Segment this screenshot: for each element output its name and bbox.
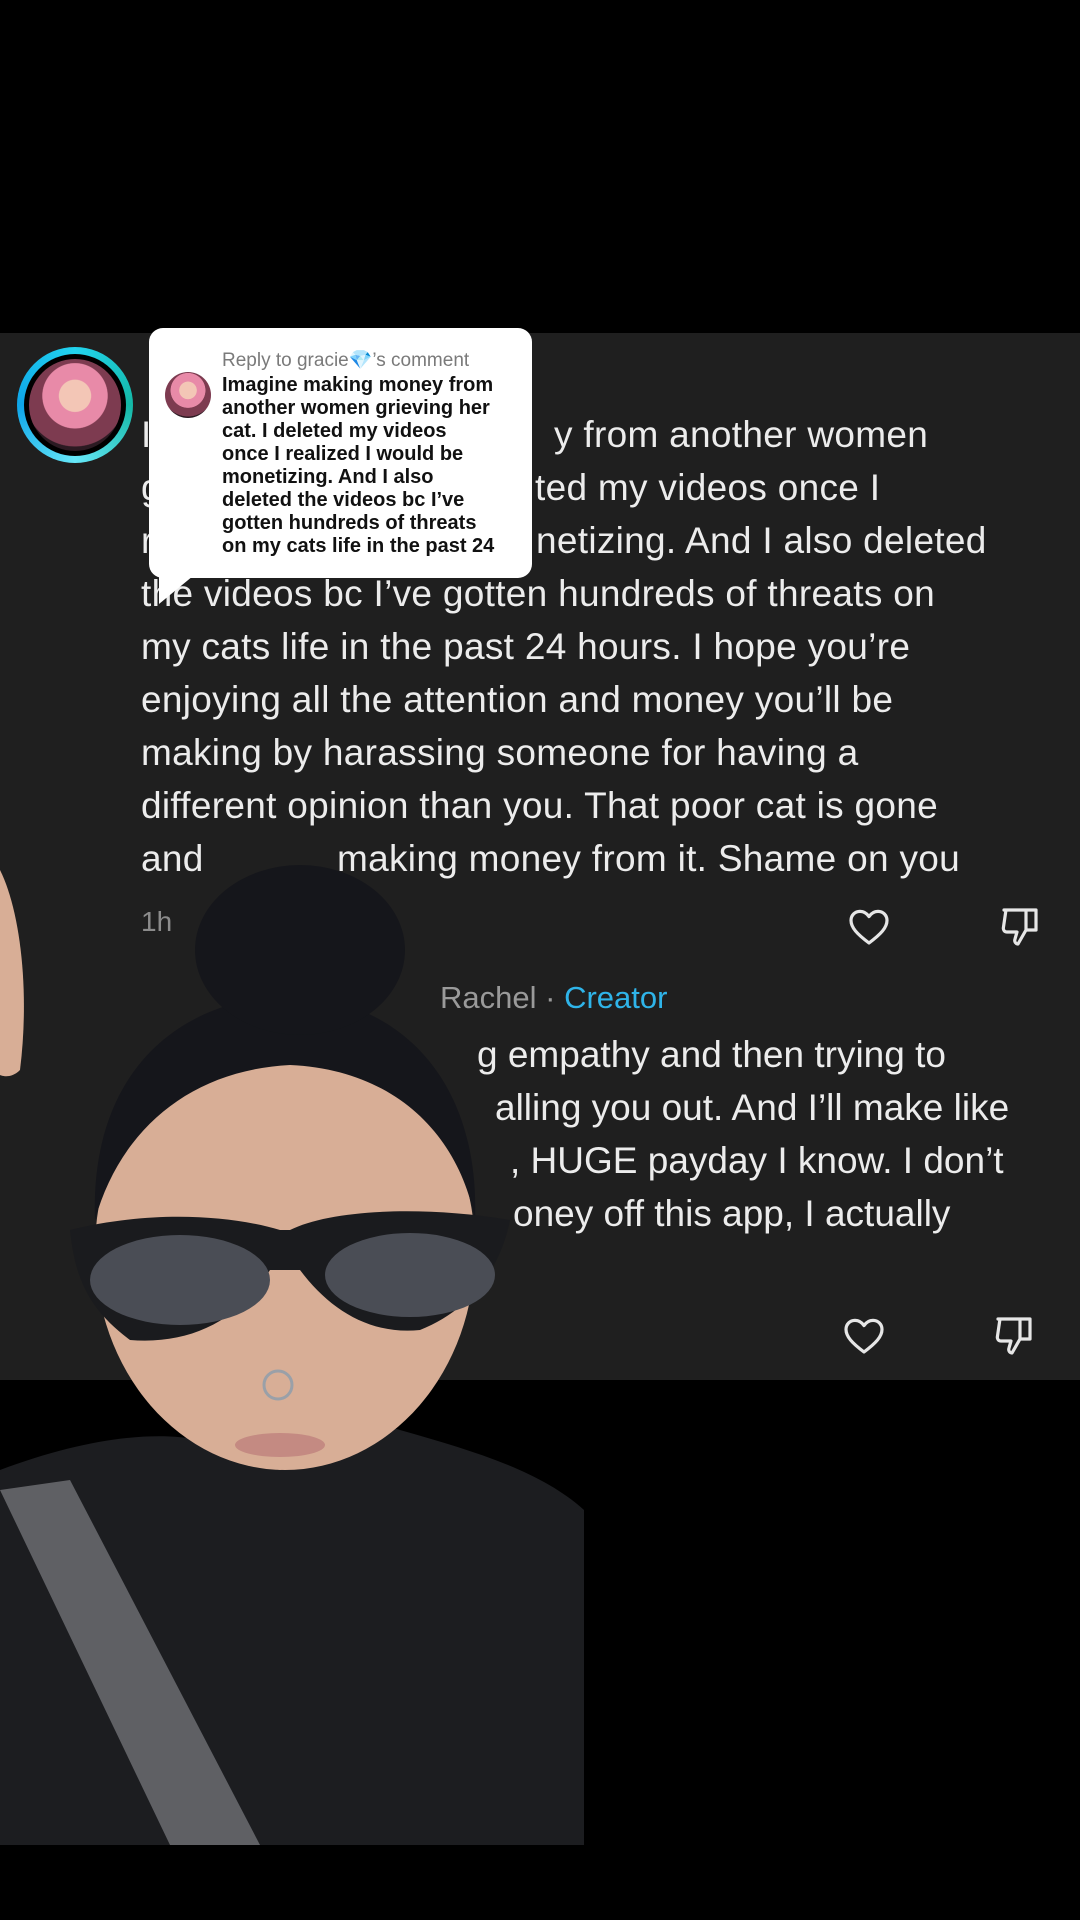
creator-video-overlay (0, 830, 584, 1845)
heart-outline-icon (849, 909, 889, 945)
bubble-line: on my cats life in the past 24 (222, 535, 495, 557)
comment-line: different opinion than you. That poor ca… (141, 785, 939, 826)
comment-line: my cats life in the past 24 hours. I hop… (141, 626, 911, 667)
bubble-avatar (165, 372, 211, 418)
bubble-line: cat. I deleted my videos (222, 420, 447, 442)
comment-line: enjoying all the attention and money you… (141, 679, 894, 720)
comment-line: making by harassing someone for having a (141, 732, 859, 773)
dislike-button[interactable] (996, 902, 1044, 950)
commenter-avatar[interactable] (17, 347, 133, 463)
bubble-text: Imagine making money from another women … (222, 374, 522, 558)
reply-dislike-button[interactable] (990, 1311, 1038, 1359)
bubble-line: deleted the videos bc I’ve (222, 489, 465, 511)
heart-outline-icon (844, 1318, 884, 1354)
bubble-line: once I realized I would be (222, 443, 464, 465)
bubble-line: monetizing. And I also (222, 466, 434, 488)
bubble-line: another women grieving her (222, 397, 490, 419)
reply-like-button[interactable] (840, 1311, 888, 1359)
bubble-title: Reply to gracie💎’s comment (222, 350, 470, 371)
bubble-line: gotten hundreds of threats (222, 512, 477, 534)
thumbs-down-outline-icon (1001, 908, 1038, 946)
reply-to-comment-bubble: Reply to gracie💎’s comment Imagine makin… (149, 328, 532, 604)
like-button[interactable] (845, 902, 893, 950)
avatar-photo (29, 359, 121, 451)
bubble-line: Imagine making money from (222, 374, 494, 396)
creator-figure-illustration (0, 865, 584, 1845)
thumbs-down-outline-icon (995, 1317, 1032, 1355)
